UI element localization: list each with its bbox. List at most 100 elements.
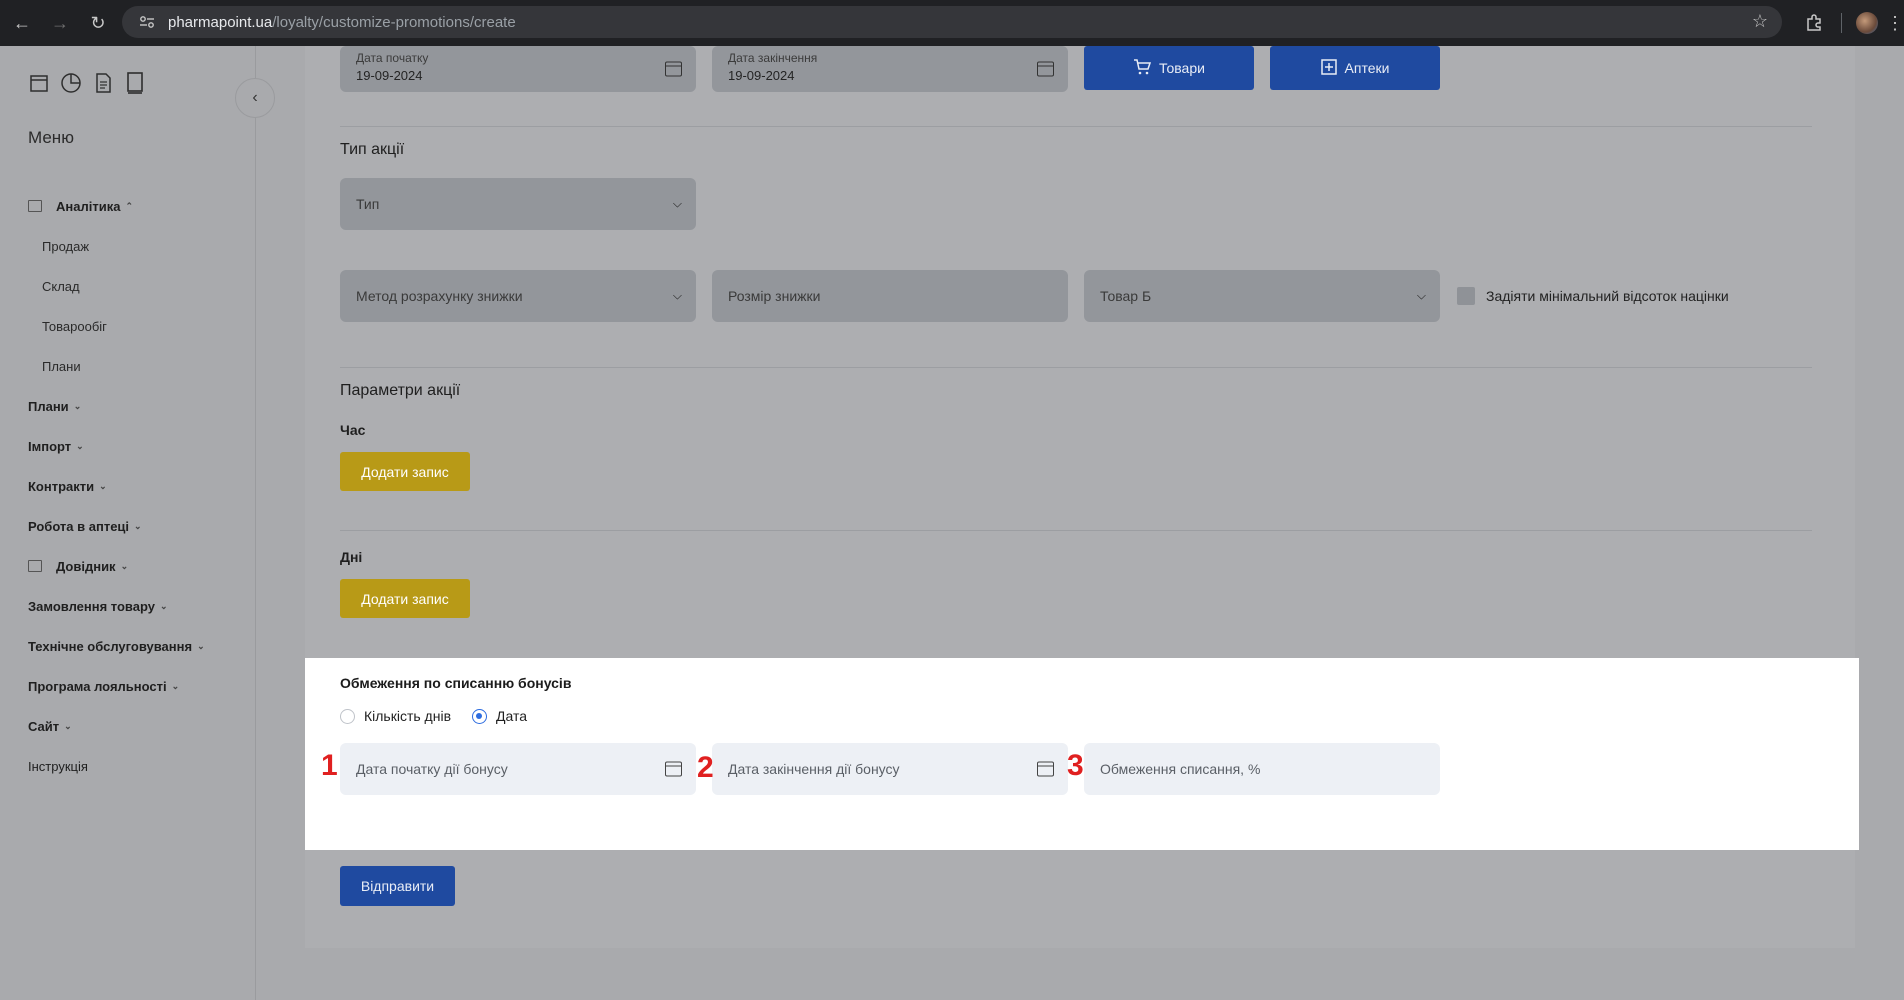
sidebar-item-analytics[interactable]: Аналітика ⌃ (28, 186, 248, 226)
end-date-label: Дата закінчення (728, 51, 818, 65)
discount-size-input[interactable]: Розмір знижки (712, 270, 1068, 322)
type-select[interactable]: Тип ⌵ (340, 178, 696, 230)
params-heading: Параметри акції (340, 382, 461, 399)
write-off-limit-placeholder: Обмеження списання, % (1100, 761, 1261, 777)
url-host: pharmapoint.ua (168, 13, 273, 31)
extensions-icon[interactable] (1801, 10, 1827, 36)
url-path: /loyalty/customize-promotions/create (272, 13, 516, 31)
sidebar-item-label: Контракти (28, 478, 95, 494)
calendar-icon[interactable] (1037, 61, 1054, 77)
type-select-value: Тип (356, 196, 380, 212)
sidebar-item-contracts[interactable]: Контракти ⌄ (28, 466, 248, 506)
end-date-field[interactable]: Дата закінчення 19-09-2024 (712, 46, 1068, 92)
discount-method-placeholder: Метод розрахунку знижки (356, 288, 523, 304)
pharmacies-button-label: Аптеки (1344, 60, 1390, 76)
book-icon[interactable] (124, 72, 146, 94)
sidebar-item-orders[interactable]: Замовлення товару ⌄ (28, 586, 248, 626)
forward-icon[interactable]: → (44, 7, 76, 39)
promo-type-heading: Тип акції (340, 141, 405, 158)
chevron-down-icon: ⌄ (171, 680, 180, 691)
pharmacies-button[interactable]: Аптеки (1270, 46, 1440, 90)
start-date-field[interactable]: Дата початку 19-09-2024 (340, 46, 696, 92)
sidebar-item-label: Програма лояльності (28, 678, 167, 694)
sidebar-item-maintenance[interactable]: Технічне обслуговування ⌄ (28, 626, 248, 666)
bonus-start-placeholder: Дата початку дії бонусу (356, 761, 508, 777)
chevron-left-icon: ‹ (252, 89, 258, 106)
sidebar-item-label: Сайт (28, 718, 60, 734)
more-menu-icon[interactable]: ⋮ (1886, 13, 1904, 34)
radio-days-count[interactable] (340, 709, 355, 724)
toolbar-separator (1841, 13, 1842, 33)
chevron-down-icon: ⌄ (160, 600, 168, 611)
add-time-record-button[interactable]: Додати запис (340, 452, 470, 491)
annotation-marker-2: 2 (697, 751, 714, 784)
calendar-icon[interactable] (1037, 761, 1054, 777)
sidebar-item-site[interactable]: Сайт ⌄ (28, 706, 248, 746)
collapse-sidebar-button[interactable]: ‹ (235, 78, 275, 118)
sidebar-item-label: Інструкція (28, 758, 88, 774)
discount-method-select[interactable]: Метод розрахунку знижки ⌵ (340, 270, 696, 322)
calendar-icon[interactable] (28, 72, 50, 94)
sidebar-item-import[interactable]: Імпорт ⌄ (28, 426, 248, 466)
product-b-select[interactable]: Товар Б ⌵ (1084, 270, 1440, 322)
sidebar-item-label: Замовлення товару (28, 598, 155, 614)
calendar-icon[interactable] (665, 761, 682, 777)
list-icon (28, 560, 42, 572)
sidebar-top-icons (28, 72, 146, 94)
radio-date-label: Дата (496, 708, 528, 724)
add-days-record-button[interactable]: Додати запис (340, 579, 470, 618)
sidebar-item-pharmacy-work[interactable]: Робота в аптеці ⌄ (28, 506, 248, 546)
browser-toolbar: ← → ↻ pharmapoint.ua/loyalty/customize-p… (0, 0, 1904, 46)
min-markup-label: Задіяти мінімальний відсоток націнки (1486, 288, 1729, 304)
start-date-value: 19-09-2024 (356, 68, 423, 83)
table-icon (28, 200, 42, 212)
sidebar-item-turnover[interactable]: Товарообіг (28, 306, 248, 346)
pie-chart-icon[interactable] (60, 72, 82, 94)
chevron-down-icon: ⌄ (120, 560, 129, 571)
bookmark-star-icon[interactable]: ☆ (1752, 11, 1768, 32)
goods-button-label: Товари (1159, 60, 1205, 76)
sidebar-item-directory[interactable]: Довідник ⌄ (28, 546, 248, 586)
product-b-placeholder: Товар Б (1100, 288, 1152, 304)
calendar-icon[interactable] (665, 61, 682, 77)
bonus-end-date-field[interactable]: Дата закінчення дії бонусу (712, 743, 1068, 795)
divider (340, 530, 1812, 531)
menu-title: Меню (28, 128, 74, 147)
sidebar-item-label: Товарообіг (42, 318, 107, 334)
sidebar-item-label: Плани (42, 358, 81, 374)
sidebar-item-instruction[interactable]: Інструкція (28, 746, 248, 786)
document-icon[interactable] (92, 72, 114, 94)
bonus-end-placeholder: Дата закінчення дії бонусу (728, 761, 900, 777)
write-off-limit-input[interactable]: Обмеження списання, % (1084, 743, 1440, 795)
annotation-marker-1: 1 (321, 749, 338, 782)
chevron-down-icon: ⌄ (76, 440, 84, 451)
sidebar-item-loyalty[interactable]: Програма лояльності ⌄ (28, 666, 248, 706)
min-markup-checkbox[interactable] (1457, 287, 1475, 305)
submit-button-label: Відправити (360, 878, 435, 894)
sidebar-item-label: Аналітика (56, 198, 121, 214)
sidebar-item-plans[interactable]: Плани ⌄ (28, 386, 248, 426)
profile-avatar[interactable] (1856, 12, 1878, 34)
bonus-limit-panel: Обмеження по списанню бонусів Кількість … (305, 658, 1859, 850)
site-info-icon[interactable] (136, 11, 158, 33)
chevron-down-icon: ⌵ (672, 196, 682, 211)
plus-square-icon (1320, 58, 1337, 78)
chevron-down-icon: ⌄ (134, 520, 142, 531)
bonus-start-date-field[interactable]: Дата початку дії бонусу (340, 743, 696, 795)
submit-button[interactable]: Відправити (340, 866, 455, 906)
start-date-label: Дата початку (356, 51, 429, 65)
end-date-value: 19-09-2024 (728, 68, 795, 83)
sidebar-item-sales[interactable]: Продаж (28, 226, 248, 266)
discount-size-placeholder: Розмір знижки (728, 288, 821, 304)
sidebar-item-plans-sub[interactable]: Плани (28, 346, 248, 386)
sidebar: Меню Аналітика ⌃ Продаж Склад Товарообіг … (0, 46, 256, 1000)
bonus-panel-title: Обмеження по списанню бонусів (340, 675, 572, 691)
sidebar-item-warehouse[interactable]: Склад (28, 266, 248, 306)
sidebar-item-label: Продаж (42, 238, 90, 254)
goods-button[interactable]: Товари (1084, 46, 1254, 90)
back-icon[interactable]: ← (6, 7, 38, 39)
reload-icon[interactable]: ↻ (82, 7, 114, 39)
annotation-marker-3: 3 (1067, 749, 1084, 782)
address-bar[interactable]: pharmapoint.ua/loyalty/customize-promoti… (122, 6, 1782, 38)
radio-date[interactable] (472, 709, 487, 724)
